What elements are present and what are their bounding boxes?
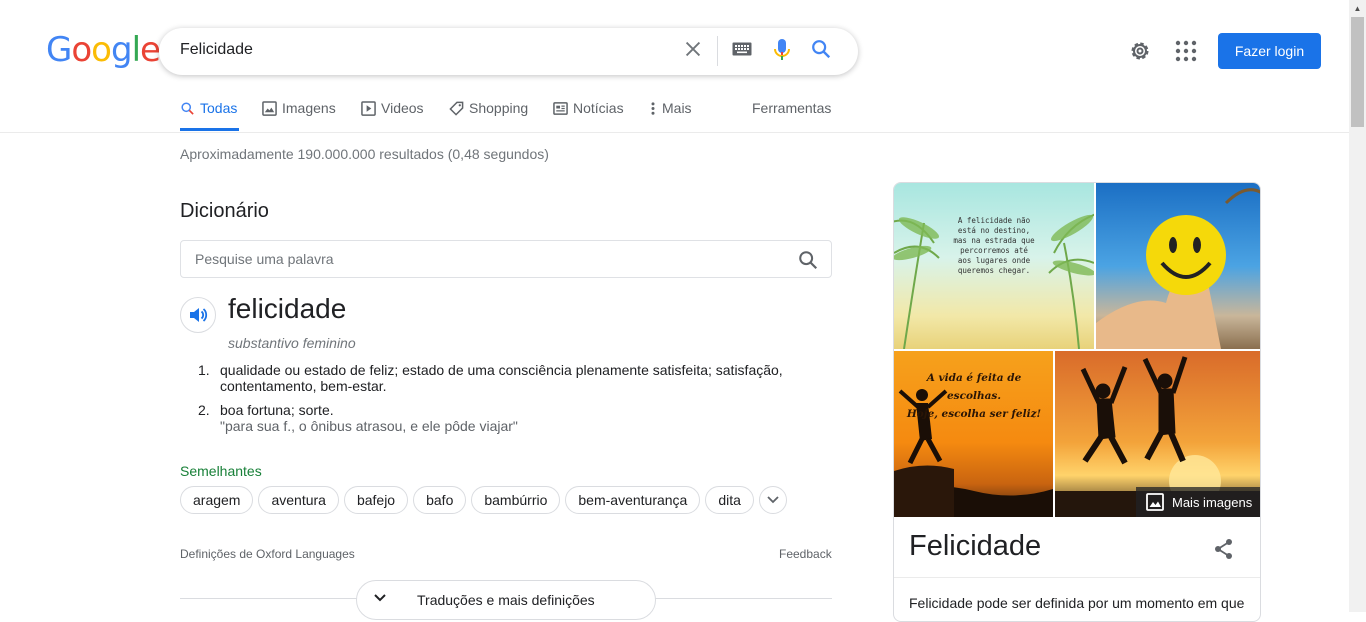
logo-letter: o bbox=[71, 30, 92, 70]
tab-tools[interactable]: Ferramentas bbox=[752, 100, 831, 116]
tag-icon bbox=[449, 101, 464, 116]
logo-letter: e bbox=[140, 30, 161, 70]
news-icon bbox=[553, 101, 568, 115]
header-divider bbox=[0, 132, 1349, 133]
definition-number: 1. bbox=[198, 362, 210, 378]
image-icon bbox=[1146, 493, 1164, 511]
gear-icon[interactable] bbox=[1128, 39, 1152, 68]
definition-example: "para sua f., o ônibus atrasou, e ele pô… bbox=[220, 418, 518, 434]
similar-word-chip[interactable]: aventura bbox=[258, 486, 339, 514]
tab-more[interactable]: Mais bbox=[649, 100, 692, 116]
login-button[interactable]: Fazer login bbox=[1218, 33, 1321, 69]
feedback-link[interactable]: Feedback bbox=[779, 547, 832, 561]
image-thumbnail[interactable]: A felicidade não está no destino, mas na… bbox=[894, 183, 1094, 349]
more-images-label: Mais imagens bbox=[1172, 494, 1253, 510]
more-images-button[interactable]: Mais imagens bbox=[1136, 487, 1260, 517]
knowledge-panel-description: Felicidade pode ser definida por um mome… bbox=[909, 595, 1245, 611]
knowledge-panel-title: Felicidade bbox=[909, 530, 1042, 562]
search-icon[interactable] bbox=[797, 249, 819, 271]
search-box[interactable] bbox=[159, 28, 858, 75]
divider bbox=[894, 577, 1260, 578]
definition-text: contentamento, bem-estar. bbox=[220, 378, 387, 394]
similar-word-chip[interactable]: bafo bbox=[413, 486, 467, 514]
similar-words-chips: aragem aventura bafejo bafo bambúrrio be… bbox=[180, 486, 787, 514]
tab-news[interactable]: Notícias bbox=[553, 100, 624, 116]
tab-all[interactable]: Todas bbox=[180, 100, 237, 116]
part-of-speech: substantivo feminino bbox=[228, 335, 356, 351]
logo-letter: l bbox=[131, 30, 142, 70]
similar-word-chip[interactable]: aragem bbox=[180, 486, 254, 514]
dictionary-word: felicidade bbox=[228, 293, 347, 324]
tab-images[interactable]: Imagens bbox=[262, 100, 336, 116]
logo-letter: G bbox=[46, 30, 72, 70]
dictionary-title: Dicionário bbox=[180, 200, 269, 222]
more-definitions-button[interactable]: Traduções e mais definições bbox=[356, 580, 656, 620]
google-logo[interactable]: Google bbox=[46, 30, 161, 70]
dictionary-search-field[interactable]: Pesquise uma palavra bbox=[180, 240, 832, 278]
keyboard-icon[interactable] bbox=[732, 42, 752, 61]
pronunciation-button[interactable] bbox=[180, 297, 216, 333]
definition-number: 2. bbox=[198, 402, 210, 418]
more-vert-icon bbox=[651, 101, 655, 115]
dictionary-search-placeholder: Pesquise uma palavra bbox=[195, 251, 334, 267]
tab-label: Imagens bbox=[282, 100, 336, 116]
definition-item: 2. boa fortuna; sorte. "para sua f., o ô… bbox=[198, 402, 820, 434]
search-icon bbox=[181, 101, 194, 115]
chevron-down-icon bbox=[374, 594, 386, 602]
tab-videos[interactable]: Videos bbox=[361, 100, 424, 116]
logo-letter: g bbox=[110, 30, 133, 70]
share-icon[interactable] bbox=[1214, 538, 1234, 565]
knowledge-panel: A felicidade não está no destino, mas na… bbox=[893, 182, 1261, 622]
image-quote-text: A felicidade não está no destino, mas na… bbox=[953, 216, 1035, 275]
microphone-icon[interactable] bbox=[772, 38, 792, 67]
search-input[interactable]: Felicidade bbox=[180, 41, 253, 59]
similar-word-chip[interactable]: dita bbox=[705, 486, 754, 514]
definition-text: qualidade ou estado de feliz; estado de … bbox=[220, 362, 783, 378]
search-divider bbox=[717, 36, 718, 66]
image-quote-line: Hoje, escolha ser feliz! bbox=[906, 408, 1042, 420]
tab-label: Videos bbox=[381, 100, 424, 116]
tab-label: Shopping bbox=[469, 100, 529, 116]
play-icon bbox=[361, 100, 376, 116]
image-quote-line: A vida é feita de escolhas. bbox=[926, 372, 1022, 402]
definition-item: 1. qualidade ou estado de feliz; estado … bbox=[198, 362, 820, 394]
image-icon bbox=[262, 100, 277, 116]
search-icon[interactable] bbox=[810, 38, 832, 65]
apps-grid-icon[interactable] bbox=[1175, 40, 1197, 67]
similar-words-label: Semelhantes bbox=[180, 463, 262, 479]
definition-text: boa fortuna; sorte. bbox=[220, 402, 334, 418]
tab-label: Notícias bbox=[573, 100, 624, 116]
dictionary-source[interactable]: Definições de Oxford Languages bbox=[180, 547, 355, 561]
similar-word-chip[interactable]: bambúrrio bbox=[471, 486, 561, 514]
similar-word-chip[interactable]: bafejo bbox=[343, 486, 409, 514]
speaker-icon bbox=[190, 308, 208, 322]
result-stats: Aproximadamente 190.000.000 resultados (… bbox=[180, 146, 549, 162]
tab-label: Mais bbox=[662, 100, 692, 116]
chevron-down-icon bbox=[767, 496, 779, 504]
scroll-up-arrow[interactable]: ▲ bbox=[1349, 0, 1366, 17]
expand-similar-button[interactable] bbox=[758, 486, 787, 514]
tab-label: Ferramentas bbox=[752, 100, 832, 116]
logo-letter: o bbox=[91, 30, 112, 70]
clear-icon[interactable] bbox=[682, 38, 704, 60]
image-quote-text: A vida é feita de escolhas. Hoje, escolh… bbox=[904, 369, 1044, 423]
active-tab-indicator bbox=[180, 128, 239, 131]
more-definitions-label: Traduções e mais definições bbox=[417, 592, 595, 608]
tab-label: Todas bbox=[200, 100, 238, 116]
similar-word-chip[interactable]: bem-aventurança bbox=[565, 486, 701, 514]
image-thumbnail[interactable] bbox=[1096, 183, 1260, 349]
scrollbar-thumb[interactable] bbox=[1351, 17, 1364, 127]
image-thumbnail[interactable]: A vida é feita de escolhas. Hoje, escolh… bbox=[894, 351, 1053, 517]
tab-shopping[interactable]: Shopping bbox=[449, 100, 528, 116]
